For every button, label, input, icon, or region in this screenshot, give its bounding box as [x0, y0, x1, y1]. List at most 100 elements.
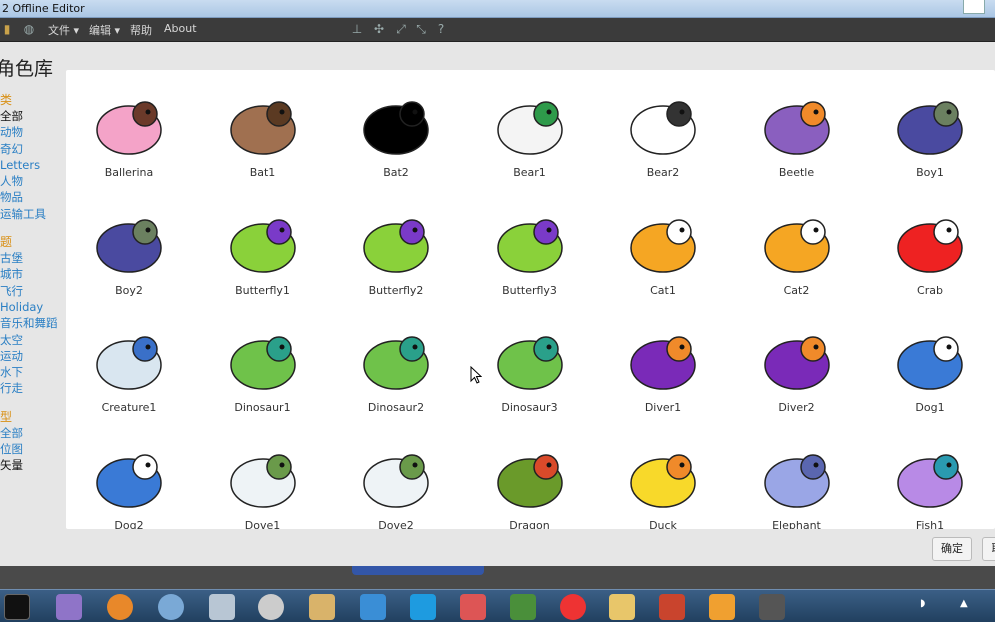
- theme-header: 题: [0, 235, 13, 250]
- sprite-tile[interactable]: Duck: [596, 423, 730, 529]
- editor-banner: [352, 566, 484, 575]
- filter-category-fantasy[interactable]: 奇幻: [0, 141, 66, 157]
- sprite-tile[interactable]: Diver1: [596, 305, 730, 423]
- sprite-name: Diver2: [778, 401, 815, 414]
- speaker-icon[interactable]: [258, 594, 284, 620]
- sprite-tile[interactable]: Dog2: [66, 423, 196, 529]
- sprite-tile[interactable]: Beetle: [730, 70, 864, 188]
- wifi-icon[interactable]: ◗: [920, 598, 925, 609]
- sprite-tile[interactable]: Dragon: [463, 423, 597, 530]
- filter-theme-flying[interactable]: 飞行: [0, 283, 66, 299]
- filter-category-transport[interactable]: 运输工具: [0, 206, 66, 222]
- menu-about[interactable]: About: [164, 22, 197, 35]
- sprite-tile[interactable]: Elephant: [730, 423, 864, 529]
- menu-edit[interactable]: 编辑 ▾: [89, 22, 120, 38]
- sprite-tile[interactable]: Fish1: [863, 423, 995, 529]
- filter-category-things[interactable]: 物品: [0, 189, 66, 205]
- filter-type-vector[interactable]: 矢量: [0, 457, 66, 473]
- sprite-tile[interactable]: Bat1: [196, 70, 330, 188]
- help-icon[interactable]: ?: [434, 22, 448, 36]
- sprite-tile[interactable]: Dove1: [196, 423, 330, 530]
- filter-theme-space[interactable]: 太空: [0, 332, 66, 348]
- elephant-icon: [763, 453, 830, 508]
- browser-icon[interactable]: [107, 594, 133, 620]
- sprite-tile[interactable]: Cat1: [596, 188, 730, 306]
- sprite-tile[interactable]: Diver2: [730, 305, 864, 423]
- sprite-name: Diver1: [644, 401, 682, 414]
- crab-icon: [897, 218, 963, 273]
- powerpoint-icon[interactable]: [659, 594, 685, 620]
- filter-category-people[interactable]: 人物: [0, 173, 66, 189]
- sprite-name: Dinosaur3: [501, 401, 558, 414]
- filter-type-all[interactable]: 全部: [0, 425, 66, 441]
- grow-icon[interactable]: ⤢: [394, 22, 408, 36]
- cut-icon[interactable]: ✣: [372, 22, 386, 36]
- media-icon[interactable]: [759, 594, 785, 620]
- menu-help[interactable]: 帮助: [130, 22, 152, 38]
- sprite-tile[interactable]: Dinosaur1: [196, 305, 330, 423]
- sprite-tile[interactable]: Cat2: [730, 188, 864, 306]
- sprite-tile[interactable]: Boy2: [66, 188, 196, 306]
- filter-category-all[interactable]: 全部: [0, 108, 66, 124]
- chrome-icon[interactable]: [560, 594, 586, 620]
- cancel-button[interactable]: 取: [982, 537, 995, 561]
- scratch-icon[interactable]: [709, 594, 735, 620]
- sprite-tile[interactable]: Butterfly2: [329, 188, 463, 306]
- folder-icon[interactable]: [609, 594, 635, 620]
- sprite-name: Bat1: [249, 166, 276, 179]
- sprite-name: Cat2: [783, 283, 810, 297]
- stamp-icon[interactable]: ⊥: [350, 22, 364, 36]
- sprite-tile[interactable]: Dog1: [863, 305, 995, 423]
- window-title: 2 Offline Editor: [2, 2, 85, 15]
- menu-file[interactable]: 文件 ▾: [48, 22, 79, 38]
- window-control-button[interactable]: [963, 0, 985, 14]
- filter-theme-music-dance[interactable]: 音乐和舞蹈: [0, 315, 66, 331]
- sprite-tile[interactable]: Butterfly1: [196, 188, 330, 306]
- editor-background-strip: [0, 566, 995, 589]
- app-icon[interactable]: [56, 594, 82, 620]
- cmd-icon[interactable]: [4, 594, 30, 620]
- shrink-icon[interactable]: ⤡: [414, 22, 428, 36]
- filter-theme-castle[interactable]: 古堡: [0, 250, 66, 266]
- ok-button[interactable]: 确定: [932, 537, 972, 561]
- butterfly-icon: [496, 218, 563, 273]
- filter-category-letters[interactable]: Letters: [0, 157, 66, 173]
- fish-icon: [897, 453, 963, 508]
- filter-theme-underwater[interactable]: 水下: [0, 364, 66, 380]
- sprite-name: Boy2: [115, 283, 143, 297]
- sprite-tile[interactable]: Dove2: [329, 423, 463, 529]
- paint-icon[interactable]: [309, 594, 335, 620]
- sprite-tile[interactable]: Boy1: [863, 70, 995, 188]
- scratch-logo-icon: ▮: [3, 22, 11, 36]
- sprite-tile[interactable]: Bat2: [329, 70, 463, 188]
- sprite-name: Dragon: [509, 518, 550, 530]
- pencils-icon[interactable]: [460, 594, 486, 620]
- sprite-name: Dove1: [244, 518, 281, 530]
- cloud-icon[interactable]: [360, 594, 386, 620]
- sprite-tile[interactable]: Crab: [863, 188, 995, 306]
- sprite-tile[interactable]: Dinosaur2: [329, 305, 463, 423]
- du-icon[interactable]: [410, 594, 436, 620]
- sprite-tile[interactable]: Bear1: [463, 70, 597, 188]
- tray-icon[interactable]: ▲: [960, 598, 968, 609]
- chrome-old-icon[interactable]: [158, 594, 184, 620]
- sprite-tile[interactable]: Creature1: [66, 305, 196, 423]
- filter-type-bitmap[interactable]: 位图: [0, 441, 66, 457]
- diver-icon: [763, 336, 830, 390]
- boy-icon: [96, 218, 162, 273]
- sprite-name: Beetle: [778, 166, 815, 179]
- calculator-icon[interactable]: [209, 594, 235, 620]
- globe-icon[interactable]: ◍: [22, 22, 36, 36]
- filter-theme-walking[interactable]: 行走: [0, 380, 66, 396]
- chart-app-icon[interactable]: [510, 594, 536, 620]
- sprite-tile[interactable]: Bear2: [596, 70, 730, 188]
- dialog-title: 角色库: [0, 58, 54, 80]
- sprite-tile[interactable]: Dinosaur3: [463, 305, 597, 423]
- filter-theme-city[interactable]: 城市: [0, 266, 66, 282]
- bat-silhouette-icon: [363, 101, 429, 155]
- filter-category-animals[interactable]: 动物: [0, 124, 66, 140]
- sprite-tile[interactable]: Butterfly3: [463, 188, 597, 306]
- filter-theme-holiday[interactable]: Holiday: [0, 299, 66, 315]
- filter-theme-sports[interactable]: 运动: [0, 348, 66, 364]
- sprite-tile[interactable]: Ballerina: [66, 70, 196, 188]
